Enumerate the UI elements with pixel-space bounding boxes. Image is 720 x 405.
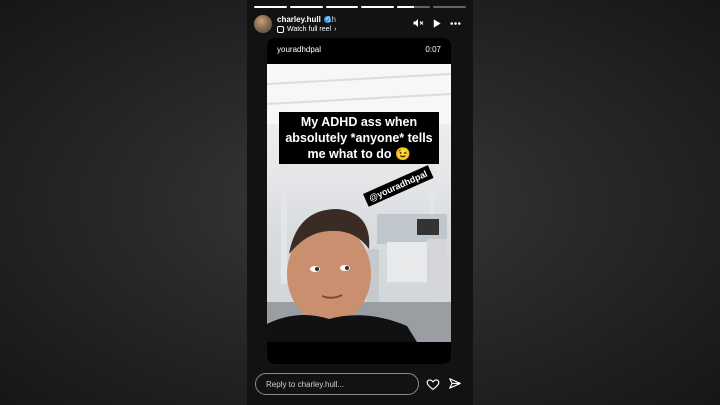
office-scene-image xyxy=(267,64,451,342)
reel-caption: My ADHD ass when absolutely *anyone* tel… xyxy=(279,112,439,164)
more-icon xyxy=(449,21,461,25)
progress-segment xyxy=(325,6,359,8)
reel-video[interactable]: My ADHD ass when absolutely *anyone* tel… xyxy=(267,64,451,342)
reply-placeholder: Reply to charley.hull... xyxy=(266,379,345,389)
mute-icon xyxy=(413,19,424,27)
story-viewer: charley.hull ✓ 1h Watch full reel › your… xyxy=(247,0,473,405)
progress-segment xyxy=(289,6,323,8)
progress-segment xyxy=(397,6,431,8)
story-time: 1h xyxy=(327,15,336,24)
play-icon xyxy=(433,18,441,28)
watch-full-reel-label: Watch full reel xyxy=(287,26,332,33)
reply-input[interactable]: Reply to charley.hull... xyxy=(255,373,419,395)
watch-full-reel-link[interactable]: Watch full reel › xyxy=(277,26,336,33)
progress-segment xyxy=(433,6,466,8)
send-icon xyxy=(449,378,461,389)
reel-duration: 0:07 xyxy=(425,45,441,54)
reel-username[interactable]: youradhdpal xyxy=(277,45,321,54)
heart-icon xyxy=(426,379,440,390)
reel-card[interactable]: youradhdpal 0:07 My ADHD ass when absolu… xyxy=(267,38,451,364)
avatar[interactable] xyxy=(254,15,272,33)
mute-button[interactable] xyxy=(411,16,425,30)
story-progress-bar xyxy=(254,6,466,8)
like-button[interactable] xyxy=(425,376,441,392)
username-text[interactable]: charley.hull xyxy=(277,15,321,24)
story-username[interactable]: charley.hull ✓ xyxy=(277,15,331,24)
progress-segment xyxy=(361,6,395,8)
reel-icon xyxy=(277,26,284,33)
send-button[interactable] xyxy=(447,376,463,392)
more-options-button[interactable] xyxy=(448,16,462,30)
progress-segment xyxy=(254,6,287,8)
play-button[interactable] xyxy=(429,16,443,30)
chevron-right-icon: › xyxy=(334,26,337,33)
